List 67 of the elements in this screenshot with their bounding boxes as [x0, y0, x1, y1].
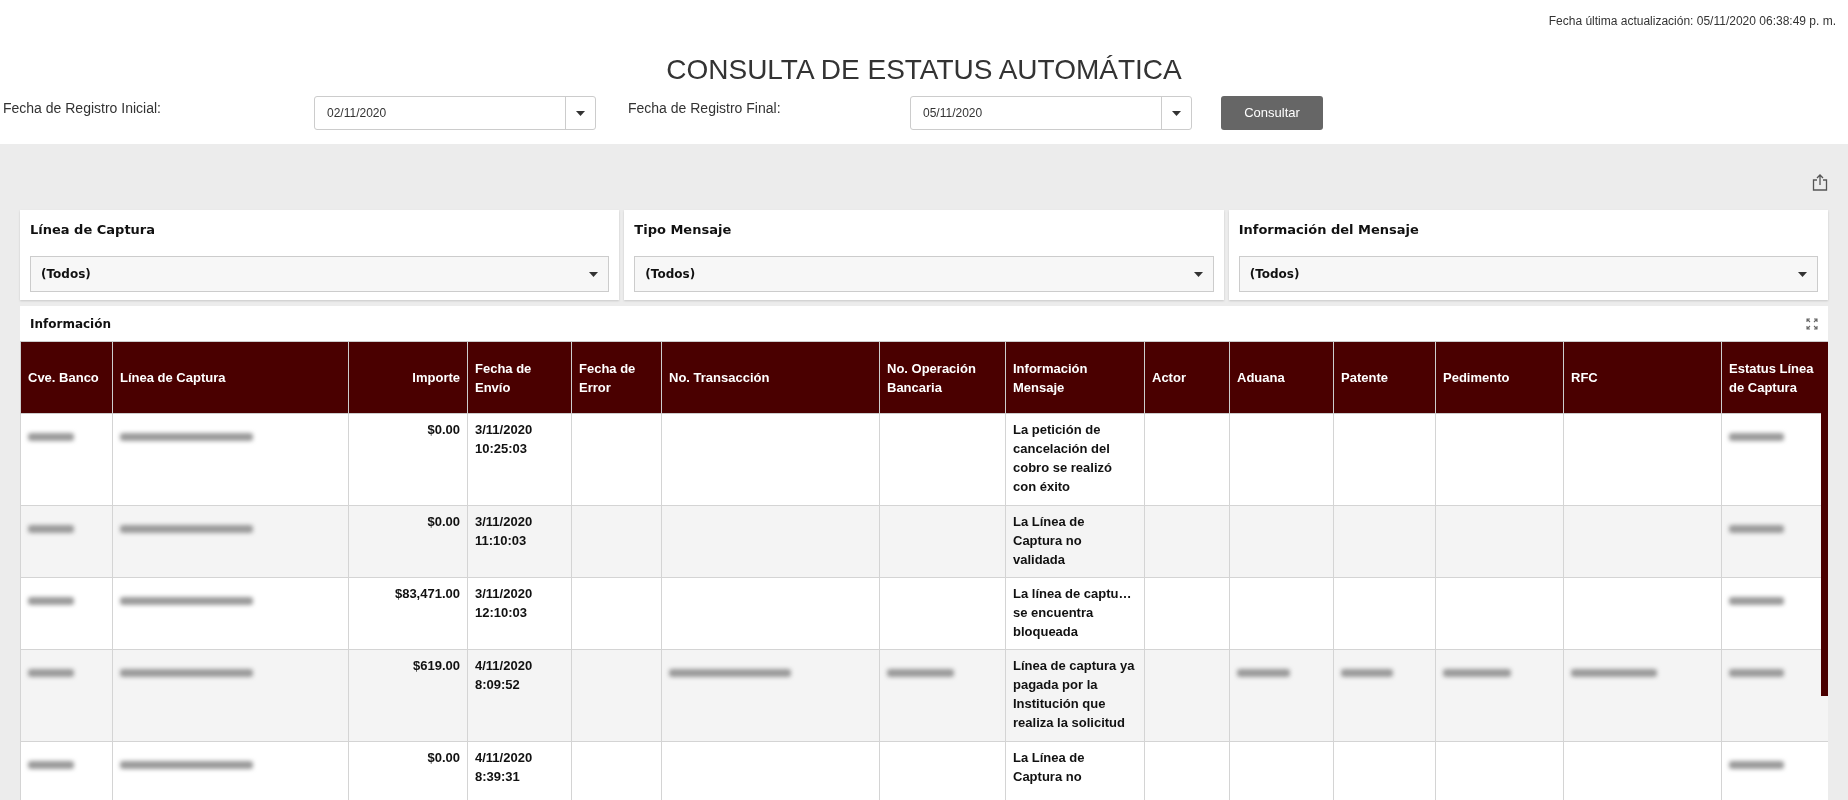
date-label: Fecha de Registro Final:: [628, 99, 782, 118]
caret-icon: [1172, 110, 1181, 116]
caret-icon: [1193, 271, 1203, 277]
table-cell: $0.00: [348, 505, 468, 578]
table-cell: 3/11/2020 10:25:03: [467, 413, 572, 506]
column-header[interactable]: Información Mensaje: [1005, 341, 1145, 414]
redacted-text: [1729, 525, 1785, 533]
column-header[interactable]: Estatus Línea de Captura: [1721, 341, 1828, 414]
column-header[interactable]: Pedimento: [1435, 341, 1564, 414]
share-icon[interactable]: [1812, 173, 1828, 191]
column-header[interactable]: RFC: [1563, 341, 1722, 414]
redacted-text: [28, 761, 75, 769]
table-cell: 4/11/2020 8:09:52: [467, 649, 572, 742]
column-header[interactable]: Línea de Captura: [112, 341, 349, 414]
filter-label: Línea de Captura: [30, 221, 157, 239]
table-cell: La Línea de Captura no validada: [1005, 505, 1145, 578]
caret-icon: [576, 110, 585, 116]
filter-value: (Todos): [41, 266, 92, 283]
column-header[interactable]: Aduana: [1229, 341, 1334, 414]
redacted-text: [1443, 669, 1511, 677]
redacted-text: [1237, 669, 1291, 677]
redacted-text: [28, 433, 75, 441]
filter-value: (Todos): [1249, 266, 1301, 283]
page-title: CONSULTA DE ESTATUS AUTOMÁTICA: [666, 56, 1182, 84]
column-header[interactable]: Patente: [1333, 341, 1436, 414]
column-header[interactable]: No. Operación Bancaria: [879, 341, 1006, 414]
table-cell: $619.00: [348, 649, 468, 742]
redacted-text: [28, 669, 75, 677]
redacted-text: [887, 669, 954, 677]
redacted-text: [28, 525, 75, 533]
date-dropdown[interactable]: 05/11/2020: [910, 96, 1192, 130]
table-title: Información: [30, 315, 111, 333]
redacted-text: [28, 597, 75, 605]
filter-dropdown[interactable]: (Todos): [634, 256, 1214, 292]
expand-icon[interactable]: [1806, 317, 1818, 330]
column-header[interactable]: Actor: [1144, 341, 1230, 414]
redacted-text: [1729, 761, 1785, 769]
table-cell: 3/11/2020 11:10:03: [467, 505, 572, 578]
table-cell: $0.00: [348, 413, 468, 506]
caret-icon: [589, 271, 599, 277]
column-header[interactable]: Fecha de Error: [571, 341, 662, 414]
date-value: 02/11/2020: [326, 105, 388, 122]
date-label: Fecha de Registro Inicial:: [3, 99, 162, 118]
filter-dropdown[interactable]: (Todos): [1238, 256, 1818, 292]
table-cell: $83,471.00: [348, 577, 468, 650]
table-cell: Línea de captura ya pagada por la Institución que realiza la solicitud: [1005, 649, 1145, 742]
date-dropdown[interactable]: 02/11/2020: [314, 96, 596, 130]
caret-icon: [1798, 271, 1807, 277]
last-update-text: Fecha última actualización: 05/11/2020 06:38:49 p. m.: [1548, 13, 1836, 30]
date-value: 05/11/2020: [922, 105, 984, 122]
table-cell: La petición de cancelación del cobro se realizó con éxito: [1005, 413, 1145, 506]
column-header[interactable]: Importe: [348, 341, 468, 414]
filter-label: Tipo Mensaje: [634, 221, 733, 239]
column-header[interactable]: No. Transacción: [661, 341, 880, 414]
redacted-text: [1729, 433, 1785, 441]
column-header[interactable]: Cve. Banco: [20, 341, 113, 414]
scrollbar[interactable]: [1821, 413, 1828, 696]
query-button[interactable]: Consultar: [1221, 96, 1323, 130]
redacted-text: [1729, 669, 1785, 677]
filter-label: Información del Mensaje: [1238, 221, 1420, 239]
filter-value: (Todos): [645, 266, 697, 283]
table-cell: 3/11/2020 12:10:03: [467, 577, 572, 650]
table-cell: La línea de captu… se encuentra bloqueada: [1005, 577, 1145, 650]
column-header[interactable]: Fecha de Envío: [467, 341, 572, 414]
redacted-text: [1729, 597, 1785, 605]
redacted-text: [1341, 669, 1394, 677]
filter-dropdown[interactable]: (Todos): [30, 256, 610, 292]
